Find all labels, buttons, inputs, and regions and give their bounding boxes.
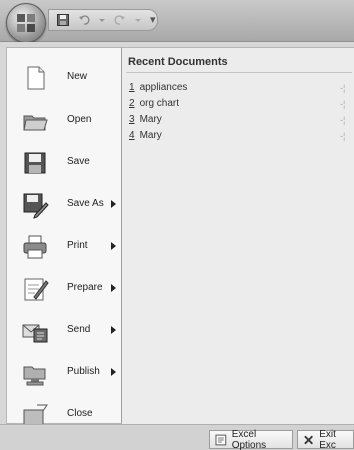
new-document-icon: [27, 66, 45, 90]
menu-item-label: Publish: [67, 366, 100, 377]
pin-icon[interactable]: -¦: [340, 115, 345, 125]
menu-item-label: Send: [67, 324, 91, 335]
recent-document-name: Mary: [139, 114, 162, 125]
recent-document-number: 4: [129, 130, 135, 141]
menu-item-label: New: [67, 71, 88, 82]
menu-item-label: Close: [67, 408, 93, 419]
recent-document-number: 2: [129, 98, 135, 109]
submenu-arrow-icon: [111, 242, 116, 250]
pin-icon[interactable]: -¦: [340, 99, 345, 109]
menu-item-prepare[interactable]: Prepare: [7, 267, 123, 311]
office-logo-icon: [17, 14, 35, 32]
menu-item-label: Save: [67, 156, 90, 167]
close-x-icon: [304, 435, 314, 444]
recent-document-item[interactable]: 4 Mary: [129, 130, 162, 141]
pin-icon[interactable]: -¦: [340, 131, 345, 141]
undo-dropdown-icon[interactable]: [99, 14, 105, 26]
recent-document-item[interactable]: 3 Mary: [129, 114, 162, 125]
excel-options-label: Excel Options: [231, 428, 267, 450]
menu-item-label: Print: [67, 240, 88, 251]
menu-item-label: Open: [67, 114, 92, 125]
submenu-arrow-icon: [111, 368, 116, 376]
title-bar: ▾: [0, 0, 354, 43]
menu-item-open[interactable]: Open: [7, 99, 123, 143]
recent-document-item[interactable]: 1 appliances: [129, 82, 187, 93]
office-menu-commands: New Open Save Save As Print Prepare Send…: [6, 47, 123, 426]
recent-document-name: Mary: [139, 130, 162, 141]
pin-icon[interactable]: -¦: [340, 83, 345, 93]
open-folder-icon: [23, 115, 48, 131]
menu-item-label: Save As: [67, 198, 104, 209]
submenu-arrow-icon: [111, 200, 116, 208]
exit-excel-button[interactable]: Exit Exc: [297, 428, 354, 450]
printer-icon: [23, 235, 47, 259]
excel-options-button[interactable]: Excel Options: [209, 428, 293, 450]
menu-item-publish[interactable]: Publish: [7, 351, 123, 395]
menu-item-print[interactable]: Print: [7, 225, 123, 269]
exit-excel-label: Exit Exc: [319, 428, 336, 450]
recent-document-number: 1: [129, 82, 135, 93]
recent-document-item[interactable]: 2 org chart: [129, 98, 179, 109]
redo-dropdown-icon[interactable]: [135, 14, 141, 26]
save-disk-icon: [24, 152, 46, 174]
options-icon: [215, 434, 227, 445]
save-as-icon: [23, 193, 49, 219]
undo-icon[interactable]: [78, 14, 90, 26]
menu-item-label: Prepare: [67, 282, 103, 293]
recent-document-name: appliances: [139, 82, 188, 93]
quick-access-toolbar: ▾: [48, 9, 158, 31]
divider: [126, 72, 352, 73]
menu-item-send[interactable]: Send: [7, 309, 123, 353]
redo-icon[interactable]: [114, 14, 126, 26]
recent-documents-panel: Recent Documents 1 appliances -¦ 2 org cha…: [122, 47, 354, 424]
recent-document-number: 3: [129, 114, 135, 125]
publish-icon: [23, 366, 46, 386]
prepare-icon: [24, 278, 49, 301]
office-button[interactable]: [6, 3, 46, 43]
customize-qat-button[interactable]: ▾: [150, 14, 156, 26]
save-icon[interactable]: [57, 14, 69, 26]
menu-item-save-as[interactable]: Save As: [7, 183, 123, 227]
office-menu-footer: Excel Options Exit Exc: [0, 424, 354, 450]
recent-document-name: org chart: [139, 98, 180, 109]
menu-item-new[interactable]: New: [7, 56, 123, 100]
submenu-arrow-icon: [111, 326, 116, 334]
recent-documents-title: Recent Documents: [128, 56, 228, 68]
menu-item-save[interactable]: Save: [7, 141, 123, 185]
submenu-arrow-icon: [111, 284, 116, 292]
office-menu: New Open Save Save As Print Prepare Send…: [0, 42, 354, 426]
send-icon: [22, 324, 48, 343]
